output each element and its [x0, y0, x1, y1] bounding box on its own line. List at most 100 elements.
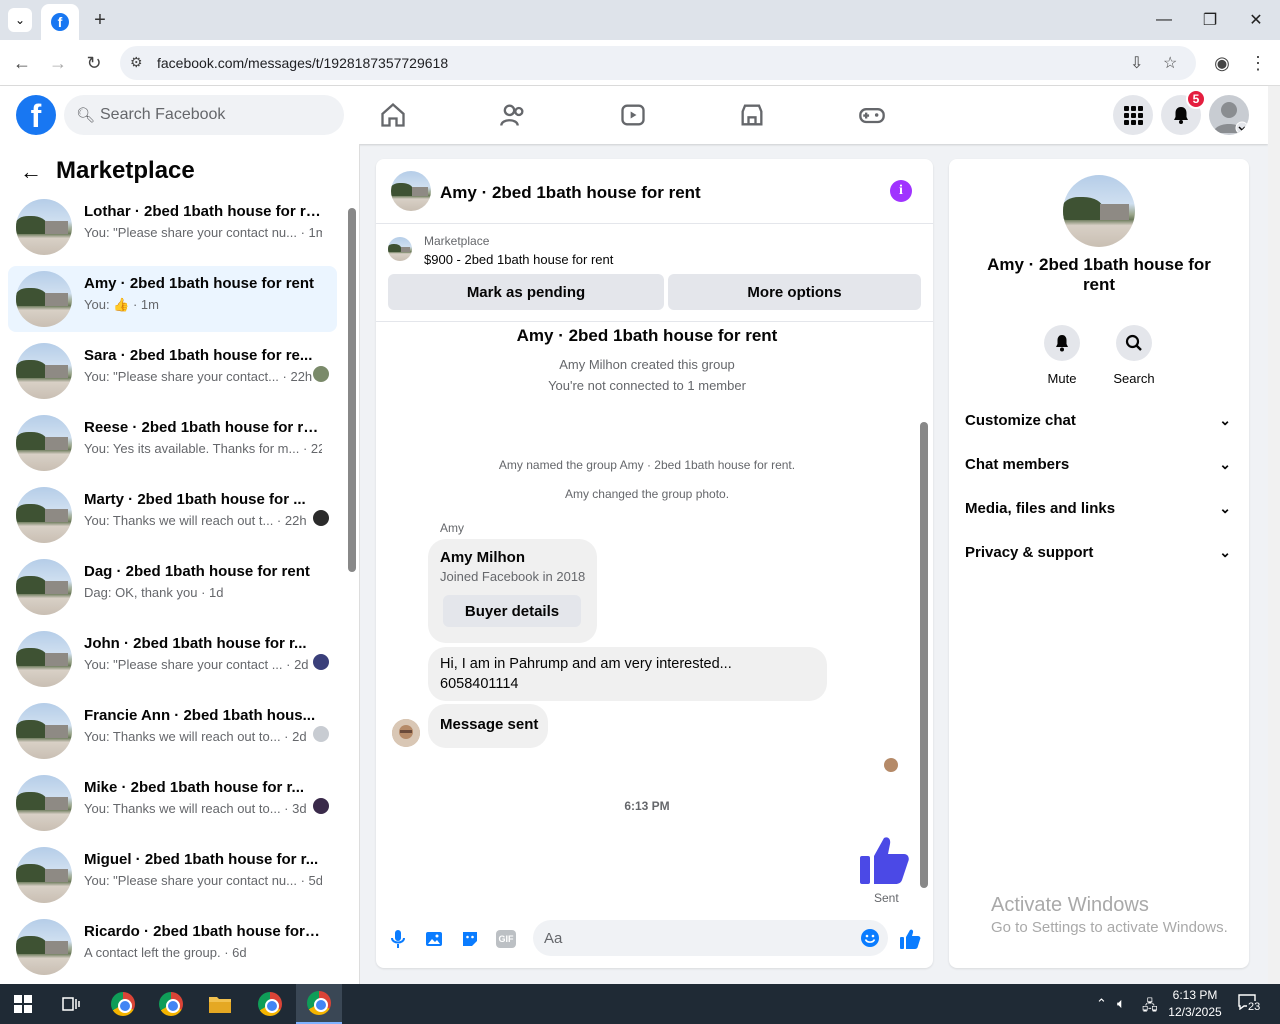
- media-files-links-section[interactable]: Media, files and links ⌄: [965, 500, 1235, 540]
- browser-menu-icon[interactable]: ⋮: [1246, 51, 1270, 75]
- chat-group-photo[interactable]: [391, 171, 431, 211]
- chat-title[interactable]: Amy · 2bed 1bath house for rent: [440, 183, 701, 203]
- buyer-name: Amy Milhon: [440, 549, 525, 566]
- emoji-icon[interactable]: [860, 928, 880, 948]
- message-bubble[interactable]: Hi, I am in Pahrump and am very interest…: [428, 647, 827, 701]
- search-facebook-input[interactable]: 🔍︎ Search Facebook: [64, 95, 344, 135]
- browser-tab-bar: ⌄ f + — ❐ ✕: [0, 0, 1280, 40]
- tab-search-button[interactable]: ⌄: [8, 8, 32, 32]
- search-icon[interactable]: [1116, 325, 1152, 361]
- reload-button[interactable]: ↻: [82, 51, 106, 75]
- chat-members-section[interactable]: Chat members ⌄: [965, 456, 1235, 496]
- search-action[interactable]: Search: [1099, 325, 1169, 386]
- gif-icon[interactable]: GIF: [495, 928, 517, 950]
- house-thumbnail: [16, 415, 72, 471]
- conversation-name: Ricardo · 2bed 1bath house for r...: [84, 923, 324, 940]
- conversation-item[interactable]: Ricardo · 2bed 1bath house for r... A co…: [8, 914, 337, 980]
- conversation-item[interactable]: Lothar · 2bed 1bath house for rent You: …: [8, 194, 337, 260]
- search-icon: 🔍︎: [76, 107, 96, 124]
- chat-scrollbar[interactable]: [920, 422, 928, 888]
- conversation-item[interactable]: John · 2bed 1bath house for r... You: "P…: [8, 626, 337, 692]
- clock-time: 6:13 PM: [1172, 988, 1218, 1002]
- clock-date: 12/3/2025: [1168, 1005, 1222, 1019]
- chrome-taskbar-icon[interactable]: [247, 984, 293, 1024]
- home-icon[interactable]: [379, 101, 407, 129]
- video-icon[interactable]: [619, 101, 647, 129]
- conversation-name: Mike · 2bed 1bath house for r...: [84, 779, 305, 796]
- group-photo-large[interactable]: [1063, 175, 1135, 247]
- site-info-icon[interactable]: ⚙: [130, 54, 143, 71]
- conversation-name: Reese · 2bed 1bath house for rent: [84, 419, 324, 436]
- conversation-item[interactable]: Reese · 2bed 1bath house for rent You: Y…: [8, 410, 337, 476]
- close-window-button[interactable]: ✕: [1244, 8, 1268, 32]
- conversation-snippet: You: Thanks we will reach out to... · 3d: [84, 801, 307, 816]
- chrome-taskbar-icon[interactable]: [100, 984, 146, 1024]
- conversation-list-scrollbar[interactable]: [348, 208, 356, 572]
- conversation-item[interactable]: Dag · 2bed 1bath house for rent Dag: OK,…: [8, 554, 337, 620]
- back-button[interactable]: ←: [10, 51, 34, 75]
- photo-attach-icon[interactable]: [423, 928, 445, 950]
- friends-icon[interactable]: [499, 101, 527, 129]
- facebook-logo-icon[interactable]: f: [16, 95, 56, 135]
- url-text[interactable]: facebook.com/messages/t/1928187357729618: [157, 55, 448, 71]
- windows-start-icon[interactable]: [0, 984, 46, 1024]
- chrome-taskbar-icon-active[interactable]: [296, 984, 342, 1024]
- conversation-item[interactable]: Francie Ann · 2bed 1bath hous... You: Th…: [8, 698, 337, 764]
- info-icon[interactable]: i: [890, 180, 912, 202]
- browser-tab-facebook[interactable]: f: [41, 4, 79, 40]
- mute-label: Mute: [1047, 371, 1077, 386]
- conversation-item[interactable]: Sara · 2bed 1bath house for re... You: "…: [8, 338, 337, 404]
- conversation-item[interactable]: Mike · 2bed 1bath house for r... You: Th…: [8, 770, 337, 836]
- read-receipt-avatar: [313, 798, 329, 814]
- mute-action[interactable]: Mute: [1027, 325, 1097, 386]
- notification-count: 23: [1247, 1001, 1262, 1013]
- message-timestamp: 6:13 PM: [624, 799, 670, 813]
- more-options-button[interactable]: More options: [668, 274, 921, 310]
- message-bubble[interactable]: Message sent: [428, 704, 548, 748]
- sticker-icon[interactable]: [459, 928, 481, 950]
- section-label: Media, files and links: [965, 500, 1116, 517]
- chrome-taskbar-icon[interactable]: [148, 984, 194, 1024]
- bell-icon[interactable]: [1044, 325, 1080, 361]
- conversation-snippet: You: 👍 · 1m: [84, 297, 159, 312]
- send-like-icon[interactable]: [899, 928, 921, 950]
- marketplace-icon[interactable]: [738, 101, 766, 129]
- bookmark-star-icon[interactable]: ☆: [1163, 53, 1177, 73]
- mark-as-pending-button[interactable]: Mark as pending: [388, 274, 664, 310]
- group-created-notice: Amy Milhon created this group: [559, 357, 735, 372]
- network-icon[interactable]: 🖧: [1142, 995, 1158, 1019]
- back-arrow-icon[interactable]: ←: [20, 159, 42, 185]
- notification-center-icon[interactable]: 23: [1238, 994, 1262, 1014]
- forward-button[interactable]: →: [46, 51, 70, 75]
- taskbar-clock[interactable]: 6:13 PM 12/3/2025: [1160, 987, 1230, 1021]
- customize-chat-section[interactable]: Customize chat ⌄: [965, 412, 1235, 452]
- message-input-placeholder: Aa: [544, 930, 563, 947]
- volume-icon[interactable]: 🔈︎: [1117, 995, 1125, 1012]
- buyer-details-button[interactable]: Buyer details: [443, 595, 581, 627]
- thread-title: Amy · 2bed 1bath house for rent: [516, 326, 778, 345]
- install-app-icon[interactable]: ⇩: [1130, 53, 1143, 73]
- listing-title[interactable]: $900 - 2bed 1bath house for rent: [424, 252, 613, 267]
- file-explorer-icon[interactable]: [197, 984, 243, 1024]
- profile-icon[interactable]: ◉: [1210, 51, 1234, 75]
- page-scrollbar[interactable]: [1268, 86, 1280, 984]
- task-view-icon[interactable]: [48, 984, 94, 1024]
- gaming-icon[interactable]: [858, 101, 886, 129]
- minimize-button[interactable]: —: [1152, 8, 1176, 32]
- privacy-support-section[interactable]: Privacy & support ⌄: [965, 544, 1235, 584]
- message-input[interactable]: Aa: [533, 920, 888, 956]
- conversation-name: Francie Ann · 2bed 1bath hous...: [84, 707, 316, 724]
- conversation-item-active[interactable]: Amy · 2bed 1bath house for rent You: 👍 ·…: [8, 266, 337, 332]
- sender-avatar[interactable]: [392, 719, 420, 747]
- chat-info-panel: Amy · 2bed 1bath house for rent Mute Sea…: [949, 159, 1249, 968]
- new-tab-button[interactable]: +: [88, 8, 112, 32]
- conversation-item[interactable]: Marty · 2bed 1bath house for ... You: Th…: [8, 482, 337, 548]
- conversation-item[interactable]: Miguel · 2bed 1bath house for r... You: …: [8, 842, 337, 908]
- microphone-icon[interactable]: [387, 928, 409, 950]
- tray-chevron-icon[interactable]: ⌃: [1096, 996, 1107, 1012]
- account-avatar[interactable]: [1209, 95, 1249, 135]
- omnibox[interactable]: ⚙ facebook.com/messages/t/19281873577296…: [120, 46, 1196, 80]
- restore-button[interactable]: ❐: [1198, 8, 1222, 32]
- menu-grid-icon[interactable]: [1113, 95, 1153, 135]
- listing-thumbnail[interactable]: [388, 237, 412, 261]
